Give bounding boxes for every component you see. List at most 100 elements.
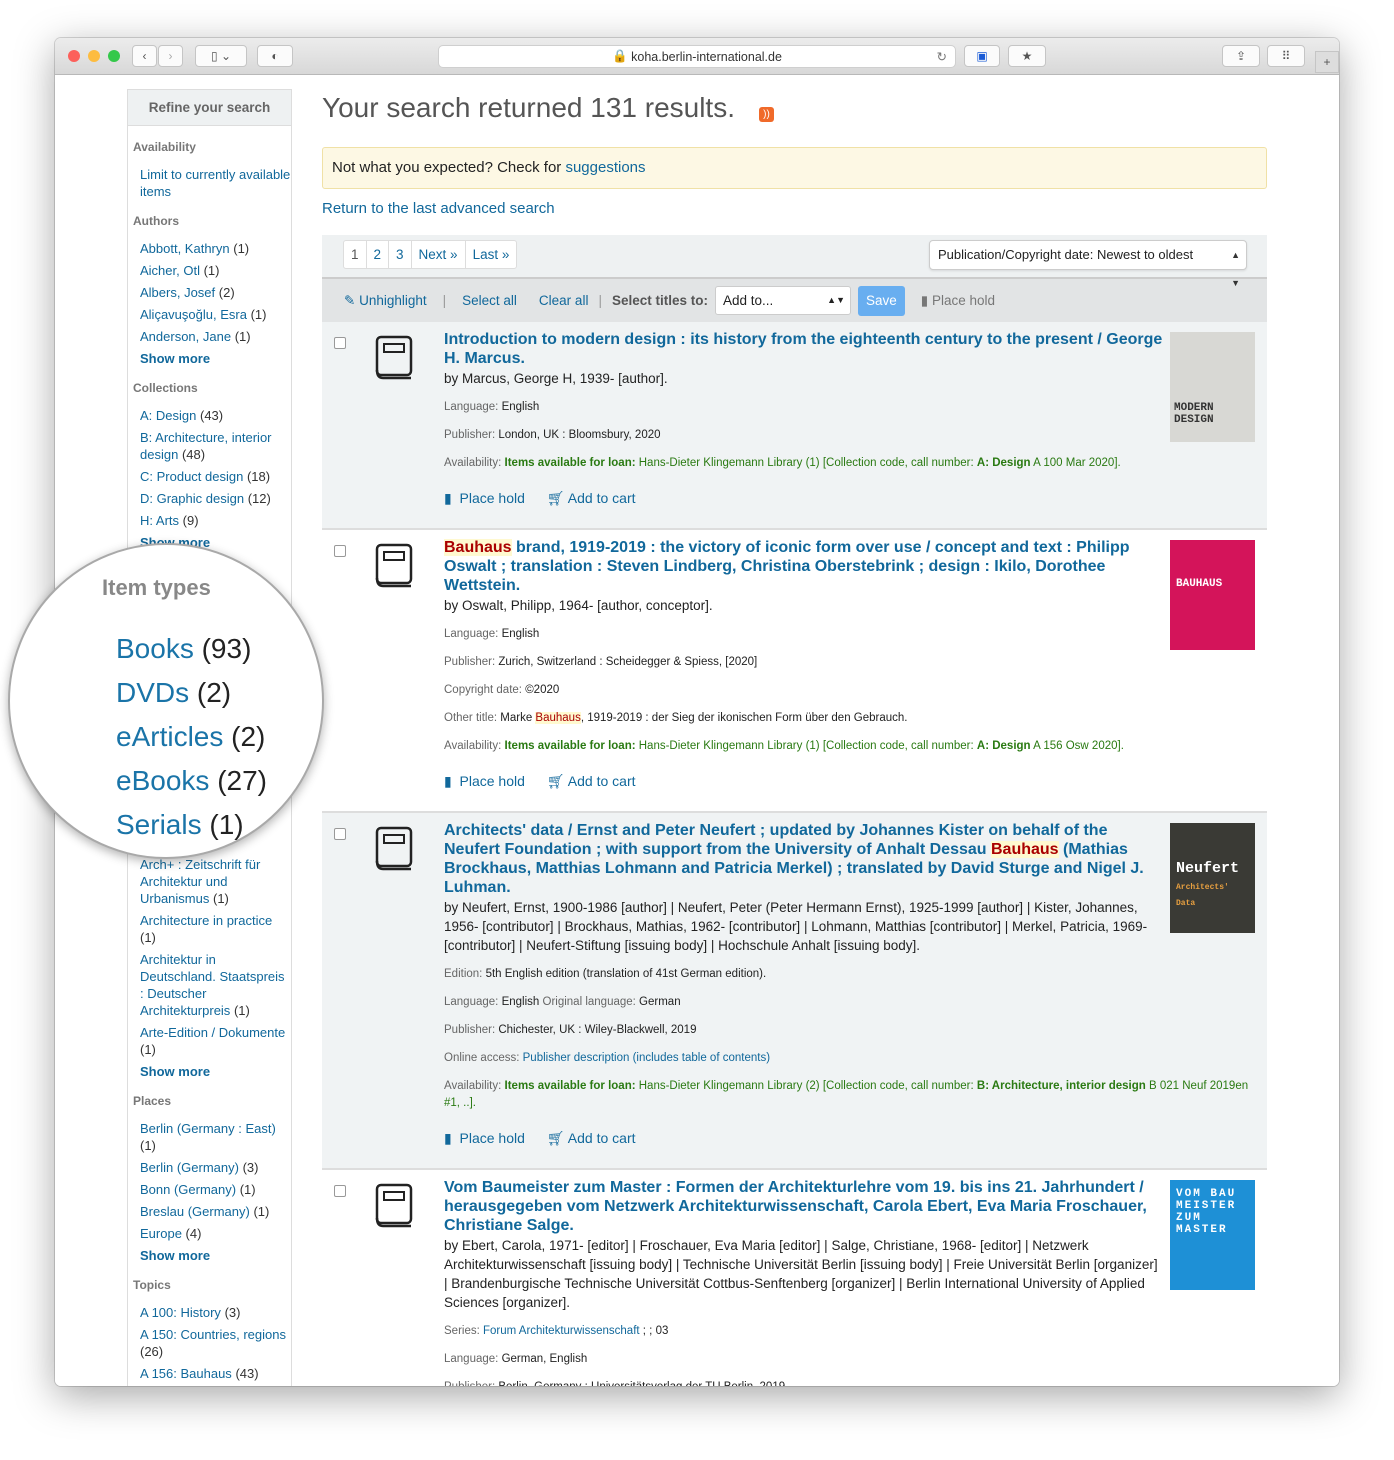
return-advanced-search-link[interactable]: Return to the last advanced search <box>322 200 1267 217</box>
page-link[interactable]: Last » <box>466 241 517 268</box>
field-label: Publisher: <box>444 656 496 668</box>
add-to-cart-link[interactable]: 🛒︎ Add to cart <box>547 490 636 528</box>
result-checkbox[interactable] <box>334 545 346 557</box>
facet-link[interactable]: Arte-Edition / Dokumente <box>140 1025 285 1040</box>
result-title-link[interactable]: Bauhaus brand, 1919-2019 : the victory o… <box>444 538 1164 595</box>
results-count-text: Your search returned 131 results. <box>322 92 735 123</box>
show-more-link[interactable]: Show more <box>140 1064 210 1079</box>
cover-image[interactable]: Neufert Architects' Data <box>1170 823 1255 933</box>
forward-icon[interactable]: › <box>158 45 183 67</box>
facet-link[interactable]: Aicher, Otl <box>140 263 200 278</box>
facet-link[interactable]: Berlin (Germany : East) <box>140 1121 276 1136</box>
address-bar[interactable]: 🔒 koha.berlin-international.de ↻ <box>438 45 956 68</box>
show-more-link[interactable]: Show more <box>140 351 210 366</box>
place-hold-button[interactable]: ▮ Place hold <box>921 293 995 309</box>
result-checkbox[interactable] <box>334 1185 346 1197</box>
facet-link[interactable]: H: Arts <box>140 513 179 528</box>
close-window-button[interactable] <box>68 50 80 62</box>
bookmark-extension-icon[interactable]: ★ <box>1008 45 1046 67</box>
add-to-select[interactable]: Add to... ▲▼ <box>715 286 851 315</box>
facet-list: Berlin (Germany : East) (1) Berlin (Germa… <box>128 1120 291 1264</box>
save-button[interactable]: Save <box>858 285 905 316</box>
sidebar-toggle-icon[interactable]: ▯ ⌄ <box>195 45 247 67</box>
bookmark-icon: ▮ <box>444 1130 452 1146</box>
facet-link[interactable]: Berlin (Germany) <box>140 1160 239 1175</box>
select-all-link[interactable]: Select all <box>462 293 517 308</box>
unhighlight-button[interactable]: ✎ Unhighlight <box>344 293 427 309</box>
facet-link[interactable]: Europe <box>140 1226 182 1241</box>
place-hold-link[interactable]: ▮ Place hold <box>444 1130 525 1168</box>
result-title-link[interactable]: Vom Baumeister zum Master : Formen der A… <box>444 1178 1164 1235</box>
extension-icon[interactable]: ▣ <box>964 45 1000 67</box>
facet-link[interactable]: Limit to currently available items <box>140 167 290 199</box>
facet-link[interactable]: C: Product design <box>140 469 243 484</box>
field-label: Availability: <box>444 1080 502 1092</box>
facet-link[interactable]: Abbott, Kathryn <box>140 241 230 256</box>
page-link[interactable]: 1 <box>344 241 367 268</box>
facet-count: (3) <box>242 1160 259 1175</box>
clear-all-link[interactable]: Clear all <box>539 293 589 308</box>
field-label: Availability: <box>444 740 502 752</box>
facet-link[interactable]: Breslau (Germany) <box>140 1204 250 1219</box>
result-title-link[interactable]: Introduction to modern design : its hist… <box>444 330 1164 368</box>
item-type-link[interactable]: Serials <box>116 809 202 840</box>
sort-select[interactable]: Publication/Copyright date: Newest to ol… <box>929 240 1247 288</box>
facet-link[interactable]: A 156: Bauhaus <box>140 1366 232 1381</box>
place-hold-link[interactable]: ▮ Place hold <box>444 490 525 528</box>
facet-link[interactable]: D: Graphic design <box>140 491 244 506</box>
back-icon[interactable]: ‹ <box>132 45 157 67</box>
field-label: Publisher: <box>444 429 496 441</box>
facet-link[interactable]: Bonn (Germany) <box>140 1182 236 1197</box>
new-tab-icon[interactable]: + <box>1315 51 1339 73</box>
zoom-window-button[interactable] <box>108 50 120 62</box>
facet-link[interactable]: Albers, Josef <box>140 285 215 300</box>
bookmark-icon: ▮ <box>920 292 929 308</box>
online-access-link[interactable]: Publisher description (includes table of… <box>523 1052 770 1064</box>
cover-image[interactable]: VOM BAU MEISTER ZUM MASTER <box>1170 1180 1255 1290</box>
page-link[interactable]: 3 <box>389 241 412 268</box>
cover-image[interactable]: BAUHAUS <box>1170 540 1255 650</box>
field-value: English <box>501 401 540 413</box>
facet-link[interactable]: Architecture in practice <box>140 913 272 928</box>
result-checkbox[interactable] <box>334 337 346 349</box>
facet-count: (1) <box>140 930 156 945</box>
facet-count: (2) <box>218 285 235 300</box>
facet-item: Limit to currently available items <box>140 166 291 200</box>
facet-link[interactable]: Architektur in Deutschland. Staatspreis … <box>140 952 285 1018</box>
cover-image[interactable]: MODERN DESIGN <box>1170 332 1255 442</box>
rss-icon[interactable]: )) <box>759 106 774 122</box>
facet-link[interactable]: A 100: History <box>140 1305 221 1320</box>
facet-link[interactable]: Aliçavuşoğlu, Esra <box>140 307 247 322</box>
privacy-shield-icon[interactable]: ◐ <box>257 45 293 67</box>
page-link[interactable]: Next » <box>412 241 466 268</box>
result-field: Availability: Items available for loan: … <box>444 455 1267 472</box>
facet-link[interactable]: A: Design <box>140 408 196 423</box>
item-type-link[interactable]: eBooks <box>116 765 209 796</box>
minimize-window-button[interactable] <box>88 50 100 62</box>
item-type-facet: DVDs (2) <box>116 671 267 715</box>
result-checkbox[interactable] <box>334 828 346 840</box>
show-more-link[interactable]: Show more <box>140 1248 210 1263</box>
add-to-cart-link[interactable]: 🛒︎ Add to cart <box>547 1130 636 1168</box>
item-type-link[interactable]: eArticles <box>116 721 223 752</box>
facet-link[interactable]: B: Architecture, interior design <box>140 430 272 462</box>
title-text: Introduction to modern design : its hist… <box>444 331 1163 367</box>
result-title-link[interactable]: Architects' data / Ernst and Peter Neufe… <box>444 821 1164 897</box>
add-to-cart-link[interactable]: 🛒︎ Add to cart <box>547 773 636 811</box>
facet-link[interactable]: A 150: Countries, regions <box>140 1327 286 1342</box>
item-type-link[interactable]: Books <box>116 633 194 664</box>
item-type-link[interactable]: DVDs <box>116 677 189 708</box>
place-hold-link[interactable]: ▮ Place hold <box>444 773 525 811</box>
facet-link[interactable]: Anderson, Jane <box>140 329 231 344</box>
main-content: Your search returned 131 results.)) Not … <box>322 76 1267 1386</box>
suggestions-link[interactable]: suggestions <box>565 159 645 176</box>
facet-link[interactable]: Arch+ : Zeitschrift für Architektur und … <box>140 857 260 906</box>
divider: | <box>598 293 602 308</box>
series-link[interactable]: Forum Architekturwissenschaft <box>483 1325 640 1337</box>
result-field: Language: English <box>444 626 1267 643</box>
share-icon[interactable]: ⇪ <box>1222 45 1260 67</box>
reload-icon[interactable]: ↻ <box>937 49 947 64</box>
page-link[interactable]: 2 <box>367 241 390 268</box>
facet-item: A: Design (43) <box>140 407 291 424</box>
tab-overview-icon[interactable]: ⠿ <box>1267 45 1305 67</box>
